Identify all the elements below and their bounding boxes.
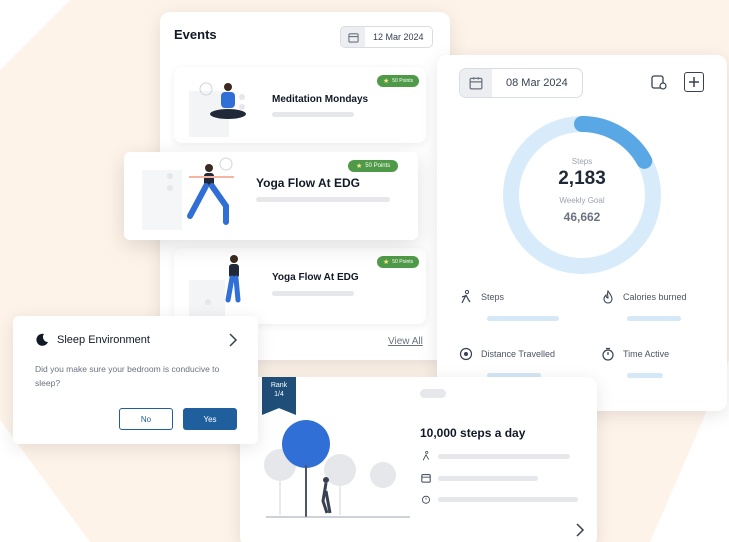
event-item[interactable]: Yoga Flow At EDG ★ 50 Points	[174, 248, 426, 324]
walking-icon	[461, 290, 471, 304]
points-badge: ★ 50 Points	[377, 75, 420, 87]
view-all-link[interactable]: View All	[388, 336, 423, 347]
event-placeholder-bar	[272, 112, 354, 117]
metric-time-active: Time Active	[601, 347, 669, 361]
flame-icon	[603, 290, 613, 304]
event-title: Yoga Flow At EDG	[272, 272, 359, 283]
event-placeholder-bar	[272, 291, 354, 296]
challenge-placeholder-bar	[438, 497, 578, 502]
moon-icon	[36, 333, 48, 346]
weekly-goal-label: Weekly Goal	[559, 196, 605, 205]
sleep-question-text: Did you make sure your bedroom is conduc…	[35, 364, 220, 389]
metric-bar	[487, 316, 559, 321]
event-placeholder-bar	[256, 197, 390, 202]
star-icon: ★	[383, 78, 390, 85]
device-sync-icon[interactable]	[649, 72, 669, 92]
calendar-icon	[341, 27, 365, 47]
challenge-status-pill	[420, 389, 446, 398]
chevron-right-icon[interactable]	[575, 522, 585, 538]
meditation-illustration-icon	[189, 82, 246, 137]
metric-bar	[627, 373, 663, 378]
steps-progress-ring	[503, 116, 661, 274]
steps-card: 08 Mar 2024 Steps 2,183 Weekly Goal 46,6…	[437, 55, 727, 411]
event-title: Meditation Mondays	[272, 94, 369, 105]
location-pin-icon	[459, 347, 473, 361]
stopwatch-icon	[602, 347, 614, 361]
yes-button[interactable]: Yes	[183, 408, 237, 430]
challenge-card: Rank 1/4 10,000 steps a day	[240, 377, 597, 542]
stopwatch-icon	[422, 495, 430, 504]
challenge-title: 10,000 steps a day	[420, 426, 526, 440]
metric-steps: Steps	[459, 290, 504, 304]
plus-icon	[689, 77, 699, 87]
sleep-environment-popup: Sleep Environment Did you make sure your…	[13, 316, 258, 444]
rank-label: Rank	[270, 382, 288, 389]
event-item-highlighted[interactable]: Yoga Flow At EDG ★ 50 Points	[124, 152, 418, 240]
star-icon: ★	[356, 163, 363, 170]
no-button[interactable]: No	[119, 408, 173, 430]
walking-icon	[422, 451, 430, 461]
star-icon: ★	[383, 259, 390, 266]
sleep-popup-title: Sleep Environment	[57, 334, 150, 346]
calendar-icon	[421, 474, 431, 483]
tree-walk-illustration	[264, 420, 410, 518]
yoga-illustration-icon	[189, 255, 241, 320]
events-date-text: 12 Mar 2024	[373, 32, 424, 42]
event-title: Yoga Flow At EDG	[256, 176, 360, 190]
rank-value: 1/4	[274, 391, 284, 399]
event-item[interactable]: Meditation Mondays ★ 50 Points	[174, 67, 426, 143]
calendar-icon	[460, 69, 492, 97]
challenge-placeholder-bar	[438, 476, 538, 481]
points-badge: ★ 50 Points	[377, 256, 420, 268]
rank-ribbon: Rank 1/4	[262, 377, 296, 415]
steps-value: 2,183	[558, 168, 606, 189]
ring-label: Steps	[571, 157, 593, 166]
steps-date-picker[interactable]: 08 Mar 2024	[459, 68, 583, 98]
metric-calories: Calories burned	[601, 290, 687, 304]
add-button[interactable]	[684, 72, 704, 92]
events-date-picker[interactable]: 12 Mar 2024	[340, 26, 433, 48]
metric-bar	[627, 316, 681, 321]
points-badge: ★ 50 Points	[348, 160, 399, 172]
challenge-placeholder-bar	[438, 454, 570, 459]
steps-date-text: 08 Mar 2024	[506, 77, 568, 89]
chevron-right-icon[interactable]	[228, 332, 238, 348]
weekly-goal-value: 46,662	[563, 210, 601, 224]
yoga-illustration-icon	[142, 157, 234, 230]
metric-distance: Distance Travelled	[459, 347, 555, 361]
events-title: Events	[174, 27, 217, 42]
